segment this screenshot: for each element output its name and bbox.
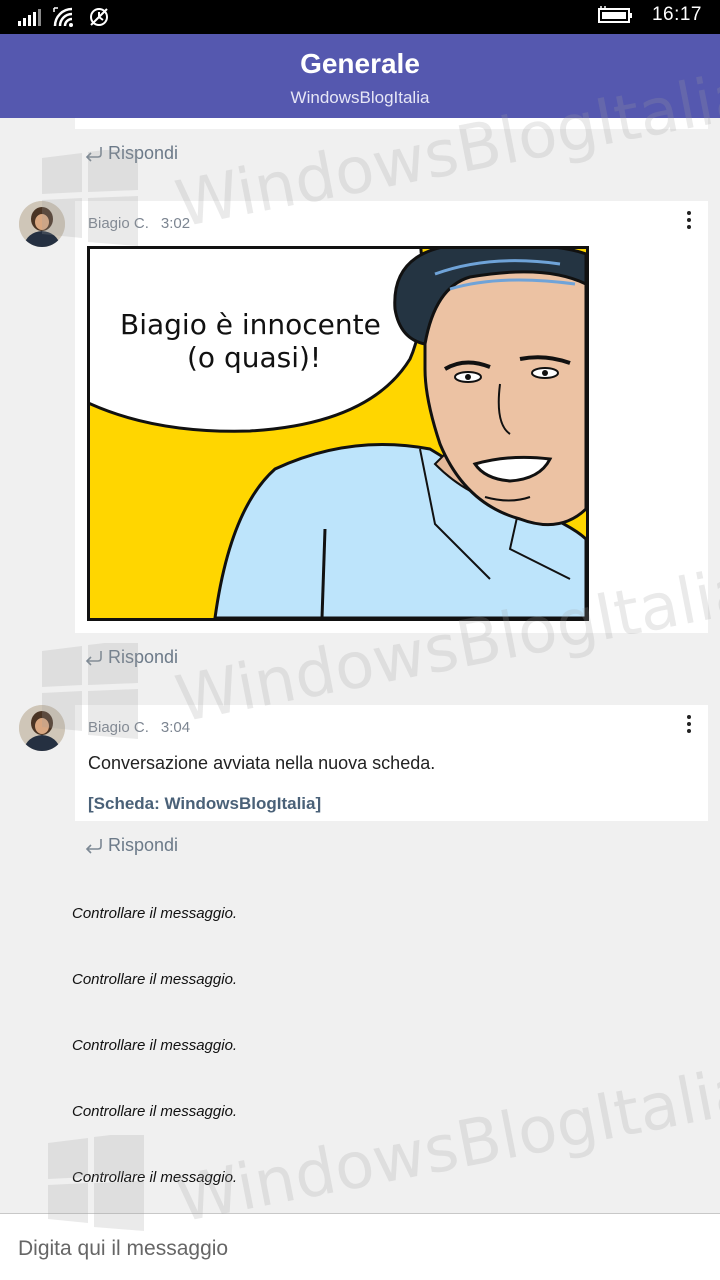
reply-label: Rispondi [108,647,179,667]
reply-arrow-icon [85,146,102,162]
app-root: 16:17 Generale WindowsBlogItalia Rispond… [0,0,720,1280]
message-author: Biagio C. [88,215,149,232]
system-message: Controllare il messaggio. [72,971,238,988]
reply-button[interactable]: Rispondi [84,647,178,668]
previous-message-card [75,118,708,129]
message-author: Biagio C. [88,719,149,736]
signal-icon [18,9,41,26]
team-name: WindowsBlogItalia [290,88,430,107]
watermark-text: WindowsBlogItalia [170,1053,720,1238]
system-message: Controllare il messaggio. [72,1169,238,1186]
message-text: Conversazione avviata nella nuova scheda… [88,753,436,773]
message-input[interactable] [18,1234,698,1264]
avatar[interactable] [19,705,65,751]
message-time: 3:02 [160,215,191,232]
comic-caption-line-2: (o quasi)! [187,341,321,374]
system-message: Controllare il messaggio. [72,1037,238,1054]
comic-image[interactable]: Biagio è innocente (o quasi)! [87,246,589,621]
reply-button[interactable]: Rispondi [84,835,178,856]
battery-icon [597,6,632,23]
message-time: 3:04 [160,719,191,736]
more-options-icon[interactable] [684,713,694,735]
status-bar: 16:17 [0,0,720,34]
more-options-icon[interactable] [684,209,694,231]
message-card: Biagio C. 3:04 Conversazione avviata nel… [75,705,708,821]
tab-link[interactable]: [Scheda: WindowsBlogItalia] [88,794,321,814]
channel-title: Generale [300,48,420,79]
reply-label: Rispondi [108,835,179,855]
system-message: Controllare il messaggio. [72,905,238,922]
clock: 16:17 [651,4,702,25]
avatar[interactable] [19,201,65,247]
system-message: Controllare il messaggio. [72,1103,238,1120]
reply-arrow-icon [85,838,102,854]
message-card: Biagio C. 3:02 Biagio è innocente (o qua… [75,201,708,633]
reply-arrow-icon [85,650,102,666]
quiet-hours-icon [90,8,108,26]
reply-label: Rispondi [108,143,179,163]
channel-header: Generale WindowsBlogItalia [0,34,720,118]
comic-caption-line-1: Biagio è innocente [120,308,381,341]
wifi-icon [53,7,73,27]
reply-button[interactable]: Rispondi [84,143,178,164]
message-composer [0,1213,720,1280]
